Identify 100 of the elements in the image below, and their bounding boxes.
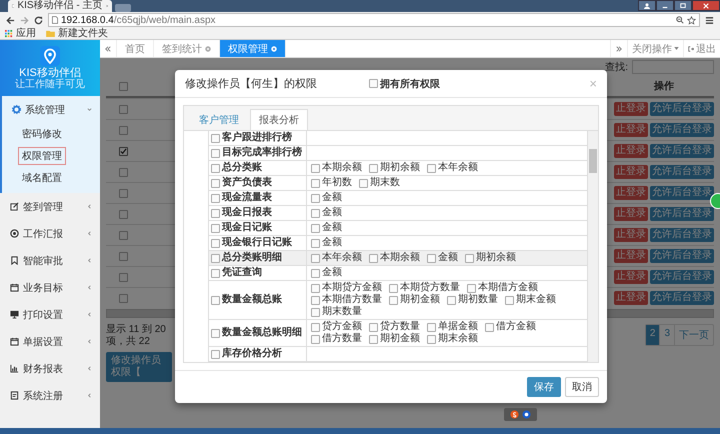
checkbox[interactable] [311,268,320,278]
checkbox[interactable] [211,296,220,304]
disable-login-button[interactable]: 止登录 [614,228,648,242]
menu-item[interactable]: 打印设置 [0,301,100,328]
input-method-icon[interactable] [510,410,519,419]
checkbox[interactable] [369,254,378,262]
submenu-item[interactable]: 密码修改 [18,125,66,143]
allow-login-button[interactable]: 允许后台登录 [650,270,714,284]
checkbox[interactable] [118,294,128,302]
checkbox[interactable] [211,254,220,262]
disable-login-button[interactable]: 止登录 [614,249,648,263]
checkbox[interactable] [311,334,320,344]
allow-login-button[interactable]: 允许后台登录 [650,165,714,179]
checkbox[interactable] [211,194,220,202]
checkbox[interactable] [311,322,320,332]
vertical-scrollbar[interactable] [587,131,598,362]
disable-login-button[interactable]: 止登录 [614,207,648,221]
close-button[interactable]: × [589,77,597,90]
checkbox[interactable] [118,252,128,260]
submenu-item[interactable]: 域名配置 [18,169,66,187]
checkbox[interactable] [118,146,128,156]
address-field[interactable]: 192.168.0.4/c65qjb/web/main.aspx [48,13,700,27]
checkbox[interactable] [118,210,128,218]
checkbox[interactable] [211,268,220,278]
disable-login-button[interactable]: 止登录 [614,291,648,305]
checkbox[interactable] [211,178,220,188]
checkbox[interactable] [467,284,476,292]
star-icon[interactable] [687,16,696,24]
checkbox[interactable] [211,148,220,158]
checkbox[interactable] [427,322,436,332]
checkbox[interactable] [311,164,320,172]
allow-login-button[interactable]: 允许后台登录 [650,207,714,221]
disable-login-button[interactable]: 止登录 [614,123,648,137]
minimize-button[interactable] [656,0,674,11]
checkbox[interactable] [118,168,128,176]
checkbox[interactable] [311,238,320,248]
close-operations-dropdown[interactable]: 关闭操作 [627,40,683,57]
checkbox[interactable] [118,104,128,114]
checkbox[interactable] [211,208,220,218]
checkbox[interactable] [311,224,320,232]
back-icon[interactable] [6,16,15,24]
allow-login-button[interactable]: 允许后台登录 [650,186,714,200]
checkbox[interactable] [311,296,320,304]
disable-login-button[interactable]: 止登录 [614,102,648,116]
reload-icon[interactable] [34,16,43,24]
menu-icon[interactable] [705,16,714,24]
bookmark-link[interactable]: 应用 [16,28,36,39]
dialog-tab[interactable]: 客户管理 [190,109,248,130]
page-tab[interactable]: 首页 [117,40,154,57]
checkbox[interactable] [311,284,320,292]
menu-item[interactable]: 系统注册 [0,382,100,409]
checkbox[interactable] [389,296,398,304]
checkbox[interactable] [447,296,456,304]
checkbox[interactable] [211,350,220,358]
maximize-button[interactable] [674,0,692,11]
checkbox[interactable] [485,322,494,332]
checkbox[interactable] [369,164,378,172]
ime-toolbar[interactable] [504,408,537,421]
search-field[interactable] [632,60,714,74]
checkbox[interactable] [211,328,220,338]
checkbox[interactable] [427,334,436,344]
menu-item[interactable]: 系统管理 [2,96,100,123]
checkbox[interactable] [427,164,436,172]
checkbox[interactable] [465,254,474,262]
allow-login-button[interactable]: 允许后台登录 [650,228,714,242]
logout-button[interactable]: 退出 [683,40,720,57]
menu-item[interactable]: 智能审批 [0,247,100,274]
checkbox[interactable] [369,322,378,332]
checkbox[interactable] [211,134,220,142]
disable-login-button[interactable]: 止登录 [614,144,648,158]
edit-permissions-button[interactable]: 修改操作员权限【 [106,352,172,382]
checkbox[interactable] [211,238,220,248]
checkbox[interactable] [369,334,378,344]
checkbox[interactable] [311,178,320,188]
checkbox[interactable] [311,194,320,202]
checkbox[interactable] [427,254,436,262]
allow-login-button[interactable]: 允许后台登录 [650,102,714,116]
checkbox[interactable] [211,224,220,232]
save-button[interactable]: 保存 [527,377,561,397]
dot-circle-icon[interactable] [522,410,531,419]
page-link[interactable]: 3 [659,325,674,345]
checkbox[interactable] [311,254,320,262]
checkbox[interactable] [118,82,128,90]
allow-login-button[interactable]: 允许后台登录 [650,144,714,158]
dialog-tab[interactable]: 报表分析 [250,109,308,130]
bookmark-link[interactable]: 新建文件夹 [58,28,108,39]
menu-item[interactable]: 单据设置 [0,328,100,355]
zoom-icon[interactable] [676,16,684,24]
close-icon[interactable] [271,46,277,52]
submenu-item[interactable]: 权限管理 [18,147,66,165]
checkbox[interactable] [389,284,398,292]
checkbox[interactable] [118,126,128,134]
checkbox[interactable] [505,296,514,304]
forward-icon[interactable] [20,16,29,24]
checkbox[interactable] [311,208,320,218]
allow-login-button[interactable]: 允许后台登录 [650,291,714,305]
checkbox[interactable] [311,308,320,316]
page-link[interactable]: 下一页 [674,325,713,345]
disable-login-button[interactable]: 止登录 [614,165,648,179]
menu-item[interactable]: 财务报表 [0,355,100,382]
